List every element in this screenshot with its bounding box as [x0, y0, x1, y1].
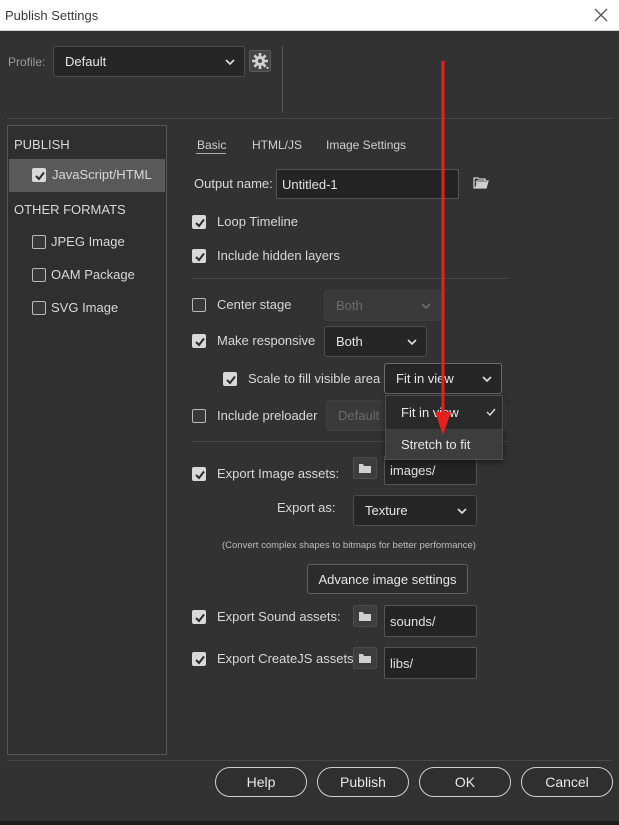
chevron-down-icon [482, 375, 492, 382]
export-createjs-assets-label: Export CreateJS assets: [217, 651, 358, 666]
include-hidden-layers-checkbox[interactable] [192, 249, 206, 263]
format-item-label: JPEG Image [51, 234, 125, 249]
section-separator [192, 278, 508, 279]
sounds-path-input[interactable]: sounds/ [384, 605, 477, 637]
export-sound-assets-checkbox[interactable] [192, 610, 206, 624]
include-preloader-checkbox[interactable] [192, 409, 206, 423]
other-formats-header: OTHER FORMATS [14, 202, 126, 217]
format-item-label: JavaScript/HTML [52, 167, 152, 182]
output-name-label: Output name: [194, 176, 273, 191]
chevron-down-icon [225, 58, 235, 65]
make-responsive-label: Make responsive [217, 333, 316, 348]
scale-to-fill-label: Scale to fill visible area [248, 371, 381, 386]
format-item-svg[interactable]: SVG Image [8, 292, 166, 322]
export-sound-assets-label: Export Sound assets: [217, 609, 341, 624]
libs-folder-icon[interactable] [353, 647, 377, 669]
cancel-button[interactable]: Cancel [521, 767, 613, 797]
header-separator [7, 118, 612, 119]
window-title: Publish Settings [5, 8, 99, 23]
make-responsive-select[interactable]: Both [324, 326, 427, 357]
center-stage-value: Both [336, 298, 363, 313]
center-stage-label: Center stage [217, 297, 292, 312]
convert-note: (Convert complex shapes to bitmaps for b… [222, 540, 476, 551]
oam-checkbox[interactable] [32, 268, 46, 282]
javascript-html-checkbox[interactable] [32, 168, 46, 182]
format-item-label: SVG Image [51, 300, 119, 315]
chevron-down-icon [457, 507, 467, 514]
export-image-assets-label: Export Image assets: [217, 466, 340, 481]
export-as-label: Export as: [277, 500, 336, 515]
tab-active-underline [196, 153, 226, 154]
include-hidden-layers-label: Include hidden layers [217, 248, 340, 263]
ok-button[interactable]: OK [419, 767, 511, 797]
tab-basic[interactable]: Basic [197, 138, 226, 152]
format-item-label: OAM Package [51, 267, 135, 282]
footer-separator [7, 760, 612, 761]
tab-html-js[interactable]: HTML/JS [252, 138, 302, 152]
publish-header: PUBLISH [14, 137, 70, 152]
loop-timeline-checkbox[interactable] [192, 215, 206, 229]
libs-path-input[interactable]: libs/ [384, 647, 477, 679]
dialog-bottom-edge [0, 821, 619, 825]
jpeg-checkbox[interactable] [32, 235, 46, 249]
export-image-assets-checkbox[interactable] [192, 467, 206, 481]
checkmark-icon [486, 408, 496, 416]
format-item-javascript-html[interactable]: JavaScript/HTML [9, 159, 165, 192]
export-createjs-assets-checkbox[interactable] [192, 652, 206, 666]
images-folder-icon[interactable] [353, 457, 377, 479]
annotation-arrow-icon [435, 61, 451, 435]
export-as-select[interactable]: Texture [353, 495, 477, 526]
center-stage-checkbox[interactable] [192, 298, 206, 312]
include-preloader-label: Include preloader [217, 408, 318, 423]
make-responsive-checkbox[interactable] [192, 334, 206, 348]
close-icon[interactable] [591, 5, 611, 25]
toolbar-divider [282, 46, 283, 113]
profile-label: Profile: [8, 55, 46, 69]
format-list-panel: PUBLISH JavaScript/HTML OTHER FORMATS JP… [7, 125, 167, 755]
help-button[interactable]: Help [215, 767, 307, 797]
folder-icon[interactable] [473, 176, 489, 193]
format-item-oam[interactable]: OAM Package [8, 259, 166, 289]
publish-button[interactable]: Publish [317, 767, 409, 797]
title-bar: Publish Settings [0, 0, 619, 31]
profile-value: Default [65, 54, 107, 69]
format-item-jpeg[interactable]: JPEG Image [8, 226, 166, 256]
tab-image-settings[interactable]: Image Settings [326, 138, 406, 152]
center-stage-select: Both [324, 290, 441, 321]
make-responsive-value: Both [336, 334, 363, 349]
profile-select[interactable]: Default [53, 46, 245, 77]
preloader-value: Default [338, 408, 380, 423]
loop-timeline-label: Loop Timeline [217, 214, 298, 229]
export-as-value: Texture [365, 503, 408, 518]
scale-to-fill-checkbox[interactable] [223, 372, 237, 386]
svg-checkbox[interactable] [32, 301, 46, 315]
gear-icon[interactable] [249, 50, 271, 72]
sounds-folder-icon[interactable] [353, 605, 377, 627]
advance-image-settings-button[interactable]: Advance image settings [307, 564, 468, 594]
chevron-down-icon [407, 338, 417, 345]
